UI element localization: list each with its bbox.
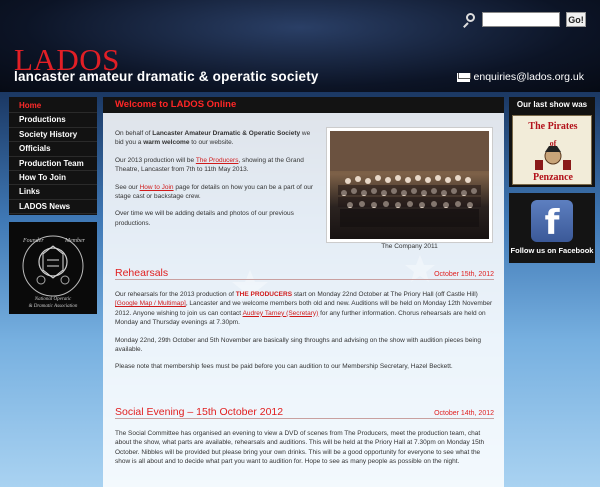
nav-item-officials[interactable]: Officials	[9, 142, 97, 157]
search-icon	[462, 12, 476, 28]
photo-caption: The Company 2011	[381, 243, 438, 250]
email-address[interactable]: enquiries@lados.org.uk	[474, 71, 584, 83]
intro-paragraph-4: Over time we will be adding details and …	[115, 210, 294, 227]
social-evening-title[interactable]: Social Evening – 15th October 2012	[115, 406, 283, 418]
google-map-link[interactable]: [Google Map / Multimap]	[115, 300, 186, 307]
rehearsals-paragraph-3: Please note that membership fees must be…	[115, 363, 453, 371]
envelope-icon	[456, 72, 470, 82]
rehearsals-paragraph-2: Monday 22nd, 29th October and 5th Novemb…	[115, 336, 482, 354]
nav-item-links[interactable]: Links	[9, 185, 97, 200]
social-evening-header: Social Evening – 15th October 2012 Octob…	[115, 406, 494, 419]
company-photo-frame	[326, 127, 493, 243]
badge-text-line2: & Dramatic Association	[29, 304, 78, 309]
badge-text-founder: Founder	[22, 238, 44, 244]
nav-item-lados-news[interactable]: LADOS News	[9, 200, 97, 215]
search-input[interactable]	[482, 12, 560, 27]
search-go-button[interactable]: Go!	[566, 12, 586, 27]
poster-line-3: Penzance	[533, 172, 574, 183]
facebook-box[interactable]: f Follow us on Facebook	[509, 193, 595, 263]
last-show-title: Our last show was	[516, 100, 588, 109]
nav-item-home[interactable]: Home	[9, 99, 97, 114]
secretary-contact-link[interactable]: Audrey Tarney (Secretary)	[243, 310, 319, 317]
social-evening-date: October 14th, 2012	[434, 410, 494, 417]
facebook-label[interactable]: Follow us on Facebook	[509, 246, 595, 255]
nav-item-society-history[interactable]: Society History	[9, 128, 97, 143]
rehearsals-paragraph-1: Our rehearsals for the 2013 production o…	[115, 291, 493, 327]
site-header: Go! LADOS lancaster amateur dramatic & o…	[0, 0, 600, 92]
company-photo-image	[330, 131, 489, 227]
badge-text-member: Member	[64, 238, 86, 244]
nav-item-production-team[interactable]: Production Team	[9, 157, 97, 171]
main-navigation: Home Productions Society History Officia…	[9, 97, 97, 215]
intro-text: On behalf of Lancaster Amateur Dramatic …	[115, 129, 320, 236]
company-photo[interactable]	[330, 131, 489, 239]
intro-paragraph-1: On behalf of Lancaster Amateur Dramatic …	[115, 130, 311, 147]
rehearsals-text: Our rehearsals for the 2013 production o…	[115, 290, 494, 380]
rehearsals-date: October 15th, 2012	[434, 271, 494, 278]
rehearsals-title[interactable]: Rehearsals	[115, 267, 168, 279]
main-content: Welcome to LADOS Online On behalf of Lan…	[103, 97, 504, 487]
nav-item-productions[interactable]: Productions	[9, 113, 97, 128]
page-title: Welcome to LADOS Online	[103, 97, 504, 113]
rehearsals-header: Rehearsals October 15th, 2012	[115, 267, 494, 280]
last-show-box: Our last show was The Pirates of Penzanc…	[509, 97, 595, 187]
intro-paragraph-2: Our 2013 production will be The Producer…	[115, 156, 304, 174]
site-tagline: lancaster amateur dramatic & operatic so…	[14, 69, 319, 84]
noda-crest-icon: Founder Member National Operatic & Drama…	[22, 235, 86, 309]
badge-text-line1: National Operatic	[34, 297, 72, 302]
last-show-poster[interactable]: The Pirates of Penzance	[512, 115, 592, 185]
search-bar: Go!	[462, 12, 586, 28]
poster-line-1: The Pirates	[528, 121, 577, 132]
pirates-poster-image: The Pirates of Penzance	[528, 121, 577, 183]
facebook-icon[interactable]: f	[531, 200, 573, 243]
social-evening-paragraph-1: The Social Committee has organised an ev…	[115, 430, 485, 466]
social-evening-text: The Social Committee has organised an ev…	[115, 429, 494, 475]
noda-badge[interactable]: Founder Member National Operatic & Drama…	[9, 222, 97, 314]
how-to-join-link[interactable]: How to Join	[140, 184, 174, 191]
email-link[interactable]: enquiries@lados.org.uk	[456, 71, 584, 83]
the-producers-link[interactable]: The Producers	[196, 157, 239, 164]
nav-item-how-to-join[interactable]: How To Join	[9, 171, 97, 186]
intro-paragraph-3: See our How to Join page for details on …	[115, 183, 314, 201]
